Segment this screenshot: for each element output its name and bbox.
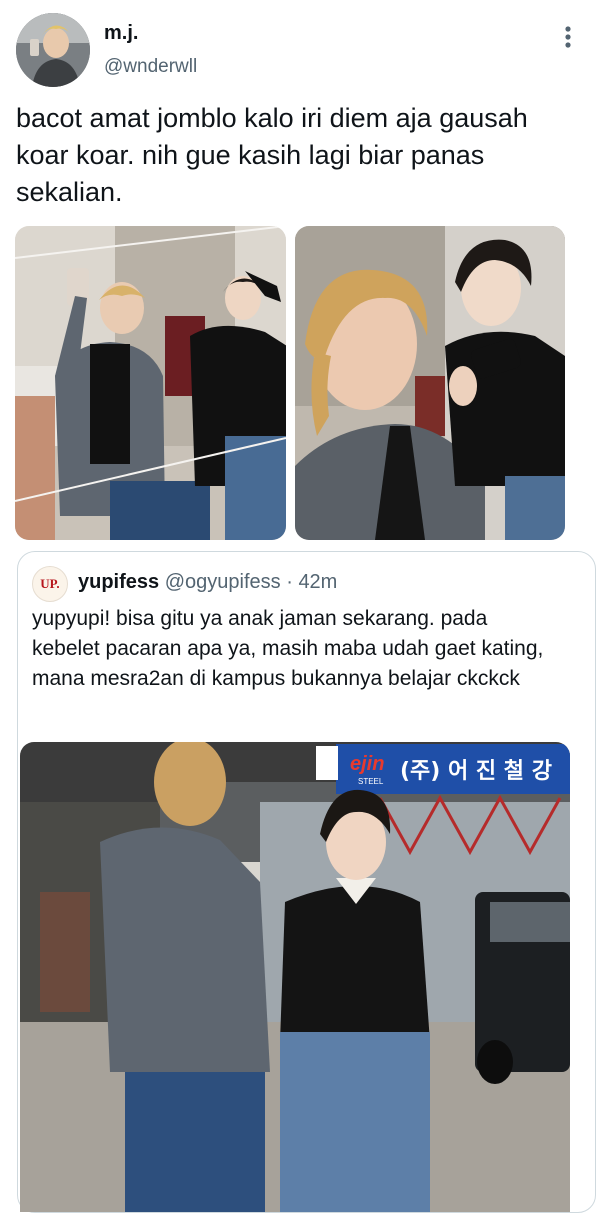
quoted-display-name[interactable]: yupifess	[78, 571, 159, 593]
meta-separator: ·	[286, 571, 293, 593]
quoted-tweet-text: yupyupi! bisa gitu ya anak jaman sekaran…	[32, 607, 544, 690]
close-up-selfie-photo[interactable]	[295, 226, 565, 540]
quoted-tweet-photo[interactable]: ejin STEEL (주) 어 진 철 강	[20, 742, 570, 1212]
author-avatar[interactable]	[16, 13, 90, 87]
quoted-handle[interactable]: @ogyupifess	[165, 571, 281, 593]
author-handle[interactable]: @wnderwll	[104, 56, 197, 78]
author-display-name[interactable]: m.j.	[104, 22, 138, 45]
quoted-tweet-card[interactable]: UP. yupifess @ogyupifess · 42m yupyupi! …	[17, 551, 596, 1213]
mirror-selfie-photo[interactable]	[15, 226, 286, 540]
quoted-author-meta: yupifess @ogyupifess · 42m	[78, 571, 337, 594]
sign-logo-text: ejin	[350, 753, 384, 775]
quoted-timestamp[interactable]: 42m	[298, 571, 337, 593]
sign-logo-subtext: STEEL	[358, 777, 384, 786]
sign-korean-text: (주) 어 진 철 강	[400, 759, 552, 784]
more-options-icon[interactable]	[558, 24, 578, 50]
tweet-text: bacot amat jomblo kalo iri diem aja gaus…	[16, 103, 528, 207]
tweet-header: m.j. @wnderwll	[0, 0, 598, 100]
person-front-figure	[280, 886, 430, 1042]
avatar-photo-icon	[16, 13, 90, 87]
quoted-author-avatar[interactable]: UP.	[32, 566, 68, 602]
